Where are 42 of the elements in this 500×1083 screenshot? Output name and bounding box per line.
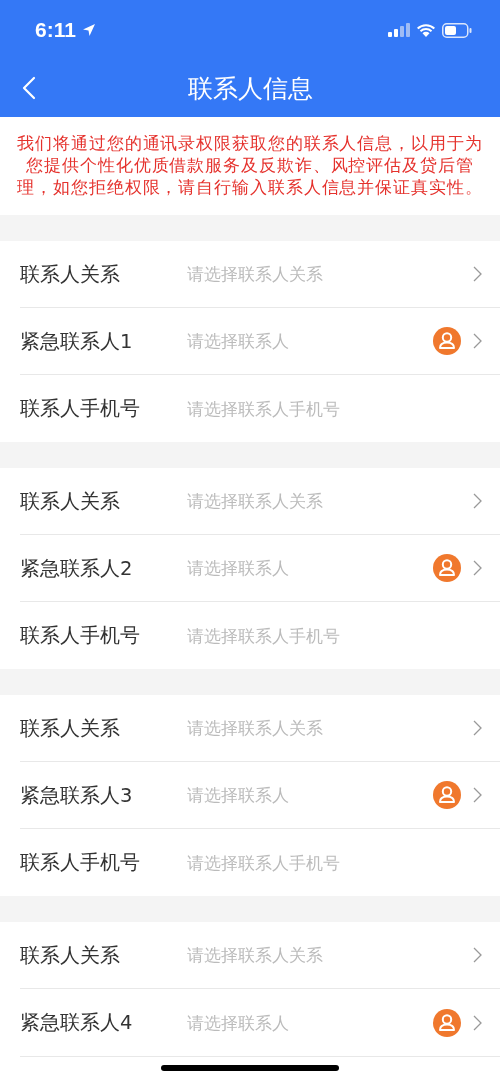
contact-person-icon[interactable] bbox=[433, 554, 461, 582]
input-field[interactable]: 请选择联系人 bbox=[187, 785, 433, 805]
field-label: 紧急联系人1 bbox=[20, 328, 134, 355]
input-field[interactable]: 请选择联系人关系 bbox=[187, 264, 473, 284]
chevron-right-icon[interactable] bbox=[473, 560, 482, 576]
input-field[interactable]: 请选择联系人关系 bbox=[187, 945, 473, 965]
field-label: 联系人关系 bbox=[20, 942, 121, 969]
status-time: 6:11 bbox=[35, 18, 76, 42]
permission-notice: 我们将通过您的通讯录权限获取您的联系人信息，以用于为您提供个性化优质借款服务及反欺诈、风控评估及贷后管理，如您拒绝权限，请自行输入联系人信息并保证真实性。 bbox=[16, 133, 484, 199]
field-label: 联系人手机号 bbox=[20, 850, 141, 876]
input-field[interactable]: 请选择联系人手机号 bbox=[187, 625, 482, 646]
input-field[interactable]: 请选择联系人手机号 bbox=[187, 398, 482, 419]
input-field[interactable]: 请选择联系人关系 bbox=[187, 491, 473, 511]
contact-person-icon[interactable] bbox=[433, 1008, 461, 1037]
field-label: 紧急联系人4 bbox=[20, 1010, 134, 1036]
input-field[interactable]: 请选择联系人 bbox=[187, 1012, 433, 1033]
field-label: 联系人手机号 bbox=[20, 623, 141, 649]
location-arrow-icon bbox=[81, 23, 96, 37]
input-field[interactable]: 请选择联系人关系 bbox=[187, 718, 473, 738]
back-icon[interactable] bbox=[22, 76, 36, 100]
chevron-right-icon[interactable] bbox=[473, 266, 482, 282]
field-label: 联系人关系 bbox=[20, 488, 121, 515]
battery-icon bbox=[442, 22, 472, 38]
chevron-right-icon[interactable] bbox=[473, 720, 482, 736]
chevron-right-icon[interactable] bbox=[473, 787, 482, 803]
field-label: 联系人手机号 bbox=[20, 396, 141, 422]
chevron-right-icon[interactable] bbox=[473, 333, 482, 349]
contact-person-icon[interactable] bbox=[433, 327, 461, 355]
field-label: 紧急联系人3 bbox=[20, 782, 134, 809]
chevron-right-icon[interactable] bbox=[473, 493, 482, 509]
input-field[interactable]: 请选择联系人 bbox=[187, 331, 433, 351]
field-label: 联系人关系 bbox=[20, 715, 121, 742]
chevron-right-icon[interactable] bbox=[473, 947, 482, 963]
field-label: 联系人关系 bbox=[20, 261, 121, 288]
field-label: 紧急联系人2 bbox=[20, 555, 134, 582]
contact-person-icon[interactable] bbox=[433, 781, 461, 809]
input-field[interactable]: 请选择联系人 bbox=[187, 558, 433, 578]
page-title: 联系人信息 bbox=[187, 73, 313, 105]
chevron-right-icon[interactable] bbox=[473, 1014, 482, 1031]
input-field[interactable]: 请选择联系人手机号 bbox=[187, 852, 482, 873]
signal-icon bbox=[388, 23, 410, 37]
wifi-icon bbox=[416, 23, 436, 37]
